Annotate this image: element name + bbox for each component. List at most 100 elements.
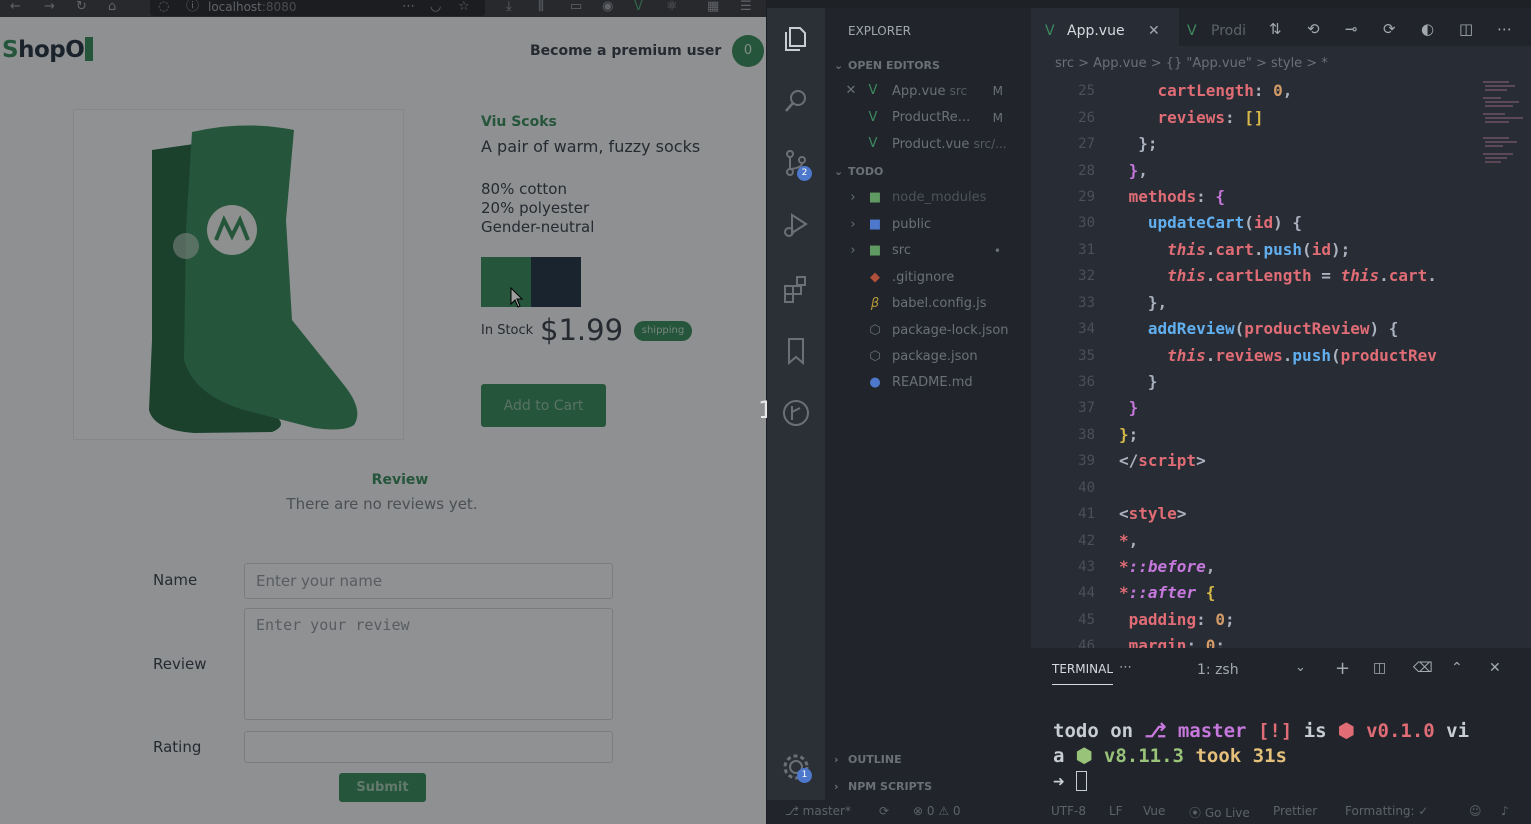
download-icon[interactable]: ⤓	[506, 0, 512, 14]
breadcrumb[interactable]: src > App.vue > {} "App.vue" > style > *	[1055, 56, 1328, 71]
outline-header[interactable]: › OUTLINE	[834, 753, 902, 766]
readme-file-icon: ●	[869, 375, 881, 390]
open-editors-header[interactable]: ⌄ OPEN EDITORS	[834, 59, 940, 72]
extensions-icon[interactable]: ▦	[707, 0, 719, 14]
eol-status[interactable]: LF	[1109, 804, 1123, 818]
open-editor-item[interactable]: V ProductRe... M	[825, 105, 1031, 131]
maximize-panel-icon[interactable]: ⌃	[1451, 660, 1463, 676]
npm-scripts-header[interactable]: › NPM SCRIPTS	[834, 780, 932, 793]
settings-badge: 1	[797, 768, 812, 783]
folder-icon: ■	[868, 217, 882, 232]
bookmark-star-icon[interactable]: ☆	[458, 0, 470, 14]
close-tab-icon[interactable]: ✕	[1148, 8, 1160, 54]
compare-icon[interactable]: ⇅	[1269, 20, 1282, 38]
notifications-bell-icon[interactable]: ♪	[1501, 804, 1509, 818]
terminal-shell-select[interactable]: 1: zsh	[1197, 662, 1239, 678]
chevron-down-icon[interactable]: ⌄	[1295, 660, 1306, 675]
code-area[interactable]: 25 26 27 28 29 30 31 32 33 34 35 36 37 3…	[1031, 78, 1531, 648]
open-editor-item[interactable]: V Product.vue src/...	[825, 131, 1031, 157]
feedback-icon[interactable]: ☺	[1469, 804, 1482, 818]
sidebar-icon[interactable]: ▭	[570, 0, 582, 14]
premium-user-link[interactable]: Become a premium user	[530, 43, 721, 59]
back-arrow-icon[interactable]: ←	[10, 0, 21, 14]
commit-icon[interactable]: ⊸	[1345, 20, 1358, 38]
branch-status[interactable]: ⎇ master*	[785, 804, 851, 818]
reload-icon[interactable]: ↻	[76, 0, 87, 14]
info-icon[interactable]: ⓘ	[186, 0, 199, 14]
project-header[interactable]: ⌄ TODO	[834, 165, 883, 178]
new-terminal-icon[interactable]: +	[1335, 658, 1350, 679]
split-editor-icon[interactable]: ◫	[1459, 20, 1473, 38]
name-input[interactable]	[244, 563, 613, 599]
account-icon[interactable]: ◉	[602, 0, 613, 14]
submit-button[interactable]: Submit	[339, 773, 426, 802]
pocket-icon[interactable]: ◡	[430, 0, 441, 14]
vue-file-icon: V	[868, 83, 878, 98]
activity-bar: 2 1	[767, 8, 825, 800]
tree-folder[interactable]: › ■ public	[825, 212, 1031, 238]
browser-toolbar: ← → ↻ ⌂ ◌ ⓘ localhost:8080 ⋯ ◡ ☆ ⤓ ⫼ ▭ ◉…	[0, 0, 766, 17]
tab-app-vue[interactable]: V App.vue ✕	[1031, 8, 1179, 46]
close-icon[interactable]: ✕	[843, 78, 859, 104]
tree-file[interactable]: ⬡ package-lock.json	[825, 318, 1031, 344]
more-dots-icon[interactable]: ⋯	[1119, 660, 1132, 675]
folder-icon: ■	[868, 243, 882, 258]
split-terminal-icon[interactable]: ◫	[1373, 660, 1386, 676]
tree-file[interactable]: ⬡ package.json	[825, 344, 1031, 370]
terminal-output-line: todo on ⎇ master [!] is ⬢ v0.1.0 vi	[1053, 720, 1470, 742]
tab-product-review[interactable]: V Prodi	[1181, 8, 1263, 46]
problems-status[interactable]: ⊗ 0 ⚠ 0	[913, 804, 961, 818]
status-bar: ⎇ master* ⟳ ⊗ 0 ⚠ 0 UTF-8 LF Vue ⦿ Go Li…	[767, 800, 1531, 824]
shield-icon[interactable]: ◌	[158, 0, 169, 14]
minimap[interactable]	[1479, 78, 1531, 208]
extensions-icon[interactable]	[781, 274, 811, 304]
variant-swatch-blue[interactable]	[531, 257, 581, 307]
bookmark-icon[interactable]	[781, 336, 811, 366]
cart-count-badge[interactable]: 0	[732, 35, 764, 67]
review-heading: Review	[371, 472, 429, 488]
hamburger-menu-icon[interactable]: ☰	[740, 0, 752, 14]
forward-arrow-icon[interactable]: →	[44, 0, 55, 14]
timeline-icon[interactable]: ◐	[1421, 20, 1434, 38]
go-live-status[interactable]: ⦿ Go Live	[1189, 804, 1250, 821]
encoding-status[interactable]: UTF-8	[1051, 804, 1086, 818]
formatting-status[interactable]: Formatting: ✓	[1345, 804, 1428, 818]
tree-file[interactable]: ● README.md	[825, 370, 1031, 396]
explorer-title: EXPLORER	[848, 24, 911, 38]
home-icon[interactable]: ⌂	[108, 0, 116, 14]
json-file-icon: ⬡	[869, 323, 881, 338]
tree-file[interactable]: ◆ .gitignore	[825, 265, 1031, 291]
rating-select[interactable]	[244, 731, 613, 763]
language-status[interactable]: Vue	[1143, 804, 1165, 818]
terminal-tab[interactable]: TERMINAL	[1052, 662, 1114, 685]
files-icon[interactable]	[781, 24, 811, 54]
prettier-status[interactable]: Prettier	[1273, 804, 1317, 818]
close-panel-icon[interactable]: ✕	[1489, 660, 1501, 676]
url-bar[interactable]: ◌ ⓘ localhost:8080 ⋯ ◡ ☆	[150, 0, 485, 16]
run-debug-icon[interactable]	[781, 210, 811, 240]
product-image	[73, 109, 404, 440]
stock-status: In Stock	[481, 323, 534, 338]
terminal-prompt[interactable]: ➜	[1053, 771, 1087, 793]
library-icon[interactable]: ⫼	[538, 0, 544, 14]
go-forward-icon[interactable]: ⟳	[1383, 20, 1396, 38]
terminal-output-line: a ⬢ v8.11.3 took 31s	[1053, 745, 1287, 767]
brand-logo[interactable]: ShopO	[2, 37, 94, 63]
code-editor: V App.vue ✕ V Prodi ⇅ ⟲ ⊸ ⟳ ◐ ◫ ⋯ src > …	[1031, 8, 1531, 648]
tree-folder[interactable]: › ■ node_modules	[825, 185, 1031, 211]
sync-icon[interactable]: ⟳	[879, 804, 889, 818]
review-textarea[interactable]	[244, 608, 613, 720]
open-editor-item[interactable]: ✕ V App.vue src M	[825, 78, 1031, 104]
git-graph-icon[interactable]	[781, 398, 811, 428]
go-back-icon[interactable]: ⟲	[1307, 20, 1320, 38]
more-dots-icon[interactable]: ⋯	[402, 0, 415, 14]
trash-icon[interactable]: ⌫	[1413, 660, 1433, 676]
more-actions-icon[interactable]: ⋯	[1497, 20, 1512, 38]
react-devtools-icon[interactable]: ⚛	[666, 0, 678, 14]
tree-file[interactable]: β babel.config.js	[825, 291, 1031, 317]
browser-window: ← → ↻ ⌂ ◌ ⓘ localhost:8080 ⋯ ◡ ☆ ⤓ ⫼ ▭ ◉…	[0, 0, 766, 824]
search-icon[interactable]	[781, 86, 811, 116]
add-to-cart-button[interactable]: Add to Cart	[481, 384, 606, 427]
vue-devtools-icon[interactable]: V	[634, 0, 643, 14]
tree-folder[interactable]: › ■ src •	[825, 238, 1031, 264]
